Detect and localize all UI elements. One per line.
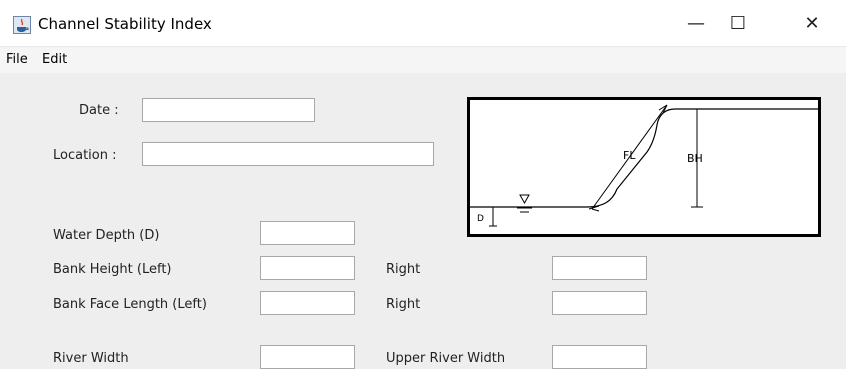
upper-river-width-field[interactable] [552, 345, 647, 369]
bank-face-length-left-field[interactable] [260, 291, 355, 315]
menu-file[interactable]: File [6, 52, 28, 67]
bank-face-length-left-label: Bank Face Length (Left) [53, 297, 207, 312]
fl-label: FL [623, 149, 636, 162]
river-width-field[interactable] [260, 345, 355, 369]
channel-cross-section-diagram: FL BH D [467, 97, 821, 237]
title-bar: Channel Stability Index — ☐ ✕ [0, 0, 846, 47]
date-field[interactable] [142, 98, 315, 122]
bank-height-right-label: Right [386, 262, 421, 277]
water-depth-label: Water Depth (D) [53, 228, 160, 243]
date-label: Date : [79, 103, 119, 118]
menu-bar: File Edit [0, 47, 846, 73]
upper-river-width-label: Upper River Width [386, 351, 506, 366]
close-icon: ✕ [804, 12, 820, 34]
menu-edit[interactable]: Edit [42, 52, 67, 67]
river-width-label: River Width [53, 351, 129, 366]
java-app-icon [13, 16, 31, 34]
maximize-icon: ☐ [729, 12, 747, 34]
d-label: D [477, 214, 484, 224]
minimize-icon: — [687, 12, 705, 34]
water-depth-field[interactable] [260, 221, 355, 245]
bank-height-left-field[interactable] [260, 256, 355, 280]
location-field[interactable] [142, 142, 434, 166]
close-button[interactable]: ✕ [782, 0, 842, 46]
bank-height-left-label: Bank Height (Left) [53, 262, 172, 277]
window-title: Channel Stability Index [38, 15, 212, 33]
bank-height-right-field[interactable] [552, 256, 647, 280]
bank-face-length-right-label: Right [386, 297, 421, 312]
bank-face-length-right-field[interactable] [552, 291, 647, 315]
location-label: Location : [53, 148, 117, 163]
maximize-button[interactable]: ☐ [708, 0, 768, 46]
bh-label: BH [687, 152, 703, 165]
